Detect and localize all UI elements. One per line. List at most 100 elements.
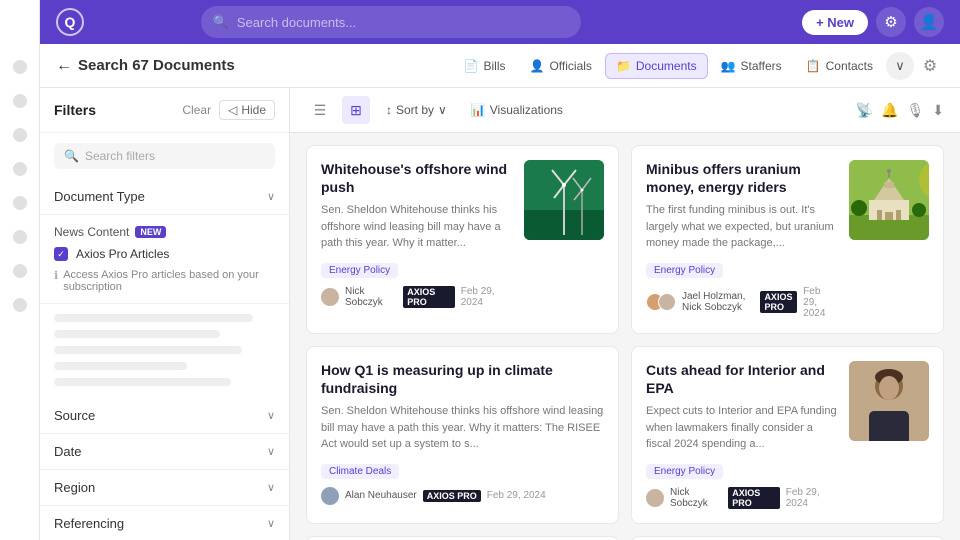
sub-nav: ← Search 67 Documents 📄 Bills 👤 Official… (40, 44, 960, 88)
sidebar-dot (13, 196, 27, 210)
article-title: Minibus offers uranium money, energy rid… (646, 160, 837, 196)
author-name: Jael Holzman, Nick Sobczyk (682, 291, 754, 313)
doc-type-label: Document Type (54, 189, 145, 204)
news-content-text: News Content (54, 225, 129, 239)
article-date: Feb 29, 2024 (803, 286, 837, 319)
axios-pro-checkbox-row[interactable]: Axios Pro Articles (54, 247, 275, 261)
hide-label: Hide (241, 103, 266, 117)
article-meta: Alan Neuhauser AXIOS PRO Feb 29, 2024 (321, 487, 604, 505)
article-summary: The first funding minibus is out. It's l… (646, 202, 837, 252)
news-content-label: News Content NEW (54, 225, 275, 239)
hide-filters-button[interactable]: ◁ Hide (219, 100, 275, 120)
user-icon-btn[interactable]: 👤 (914, 7, 944, 37)
filters-header: Filters Clear ◁ Hide (40, 88, 289, 133)
sidebar-dot (13, 162, 27, 176)
top-nav: Q 🔍 + New ⚙ 👤 (40, 0, 960, 44)
article-tag: Energy Policy (646, 464, 723, 479)
content-main: ☰ ⊞ ↕ Sort by ∨ 📊 Visualizations 📡 🔔 🎙 ⬇ (290, 88, 960, 540)
article-tag: Energy Policy (321, 263, 398, 278)
axios-pro-label: Axios Pro Articles (76, 247, 169, 261)
filter-section-header-source[interactable]: Source ∨ (54, 408, 275, 423)
chevron-down-icon: ∨ (267, 517, 275, 530)
filter-section-document-type[interactable]: Document Type ∨ (40, 179, 289, 215)
axios-pro-checkbox[interactable] (54, 247, 68, 261)
tab-bills[interactable]: 📄 Bills (453, 53, 517, 79)
article-card[interactable]: Model for jet fuel tax credit is delayed… (631, 536, 944, 540)
settings-icon-btn[interactable]: ⚙ (876, 7, 906, 37)
filter-search-icon: 🔍 (64, 149, 79, 163)
author-avatar-2 (658, 293, 676, 311)
filter-section-header-region[interactable]: Region ∨ (54, 480, 275, 495)
filter-section-header-doc-type[interactable]: Document Type ∨ (54, 189, 275, 204)
documents-icon: 📁 (616, 59, 631, 73)
sort-by-button[interactable]: ↕ Sort by ∨ (378, 99, 455, 121)
article-meta: Nick Sobczyk AXIOS PRO Feb 29, 2024 (646, 487, 837, 509)
mic-icon[interactable]: 🎙 (906, 102, 924, 119)
filters-panel: Filters Clear ◁ Hide 🔍 Document Type ∨ (40, 88, 290, 540)
tab-officials[interactable]: 👤 Officials (519, 53, 603, 79)
filter-section-region[interactable]: Region ∨ (40, 470, 289, 506)
filter-search-input[interactable] (85, 149, 265, 163)
officials-icon: 👤 (530, 59, 545, 73)
tab-contacts-label: Contacts (826, 59, 873, 73)
more-tabs-button[interactable]: ∨ (886, 52, 914, 80)
article-card[interactable]: Whitehouse's offshore wind push Sen. She… (306, 145, 619, 334)
sidebar-dot (13, 60, 27, 74)
news-content-section: News Content NEW Axios Pro Articles ℹ Ac… (40, 215, 289, 304)
tab-documents-label: Documents (636, 59, 697, 73)
bookmark-icon[interactable]: 🔔 (881, 102, 898, 119)
article-card[interactable]: BlackRock backs German solar roof firm E… (306, 536, 619, 540)
filter-section-header-referencing[interactable]: Referencing ∨ (54, 516, 275, 531)
global-search-bar[interactable]: 🔍 (201, 6, 581, 38)
article-summary: Sen. Sheldon Whitehouse thinks his offsh… (321, 403, 604, 453)
rss-icon[interactable]: 📡 (856, 102, 873, 119)
filter-section-date[interactable]: Date ∨ (40, 434, 289, 470)
sort-icon: ↕ (386, 103, 392, 117)
filter-section-header-date[interactable]: Date ∨ (54, 444, 275, 459)
tab-contacts[interactable]: 📋 Contacts (795, 53, 884, 79)
sub-settings-icon[interactable]: ⚙ (916, 52, 944, 80)
source-badge: AXIOS PRO (423, 490, 481, 502)
viz-icon: 📊 (471, 103, 486, 117)
article-card[interactable]: Minibus offers uranium money, energy rid… (631, 145, 944, 334)
sidebar-dot (13, 128, 27, 142)
hide-icon: ◁ (228, 103, 237, 117)
sidebar-dots (0, 0, 40, 540)
contacts-icon: 📋 (806, 59, 821, 73)
tab-bills-label: Bills (484, 59, 506, 73)
article-card[interactable]: How Q1 is measuring up in climate fundra… (306, 346, 619, 524)
visualizations-button[interactable]: 📊 Visualizations (463, 99, 571, 121)
new-button[interactable]: + New (802, 10, 868, 35)
view-grid-button[interactable]: ⊞ (342, 96, 370, 124)
article-content: Minibus offers uranium money, energy rid… (646, 160, 837, 319)
back-arrow-icon: ← (56, 57, 72, 75)
chevron-down-icon: ∨ (267, 481, 275, 494)
sidebar-dot (13, 298, 27, 312)
skeleton-line (54, 314, 253, 322)
access-note-text: Access Axios Pro articles based on your … (63, 269, 275, 293)
view-list-button[interactable]: ☰ (306, 96, 334, 124)
content-area: Filters Clear ◁ Hide 🔍 Document Type ∨ (40, 88, 960, 540)
chevron-down-icon: ∨ (267, 409, 275, 422)
viz-label: Visualizations (490, 103, 563, 117)
download-icon[interactable]: ⬇ (932, 102, 944, 119)
filter-search-box[interactable]: 🔍 (54, 143, 275, 169)
article-image (849, 160, 929, 240)
toolbar-right: 📡 🔔 🎙 ⬇ (856, 102, 944, 119)
article-content: How Q1 is measuring up in climate fundra… (321, 361, 604, 509)
global-search-input[interactable] (237, 15, 569, 30)
tab-documents[interactable]: 📁 Documents (605, 53, 708, 79)
author-avatar (321, 288, 339, 306)
article-card[interactable]: Cuts ahead for Interior and EPA Expect c… (631, 346, 944, 524)
back-button[interactable]: ← Search 67 Documents (56, 57, 235, 75)
app-logo[interactable]: Q (56, 8, 84, 36)
author-avatar (646, 489, 664, 507)
tab-staffers[interactable]: 👥 Staffers (710, 53, 793, 79)
filter-section-referencing[interactable]: Referencing ∨ (40, 506, 289, 540)
clear-filters-button[interactable]: Clear (182, 103, 211, 117)
skeleton-line (54, 330, 220, 338)
filter-section-source[interactable]: Source ∨ (40, 398, 289, 434)
article-title: Cuts ahead for Interior and EPA (646, 361, 837, 397)
referencing-label: Referencing (54, 516, 124, 531)
skeleton-line (54, 346, 242, 354)
